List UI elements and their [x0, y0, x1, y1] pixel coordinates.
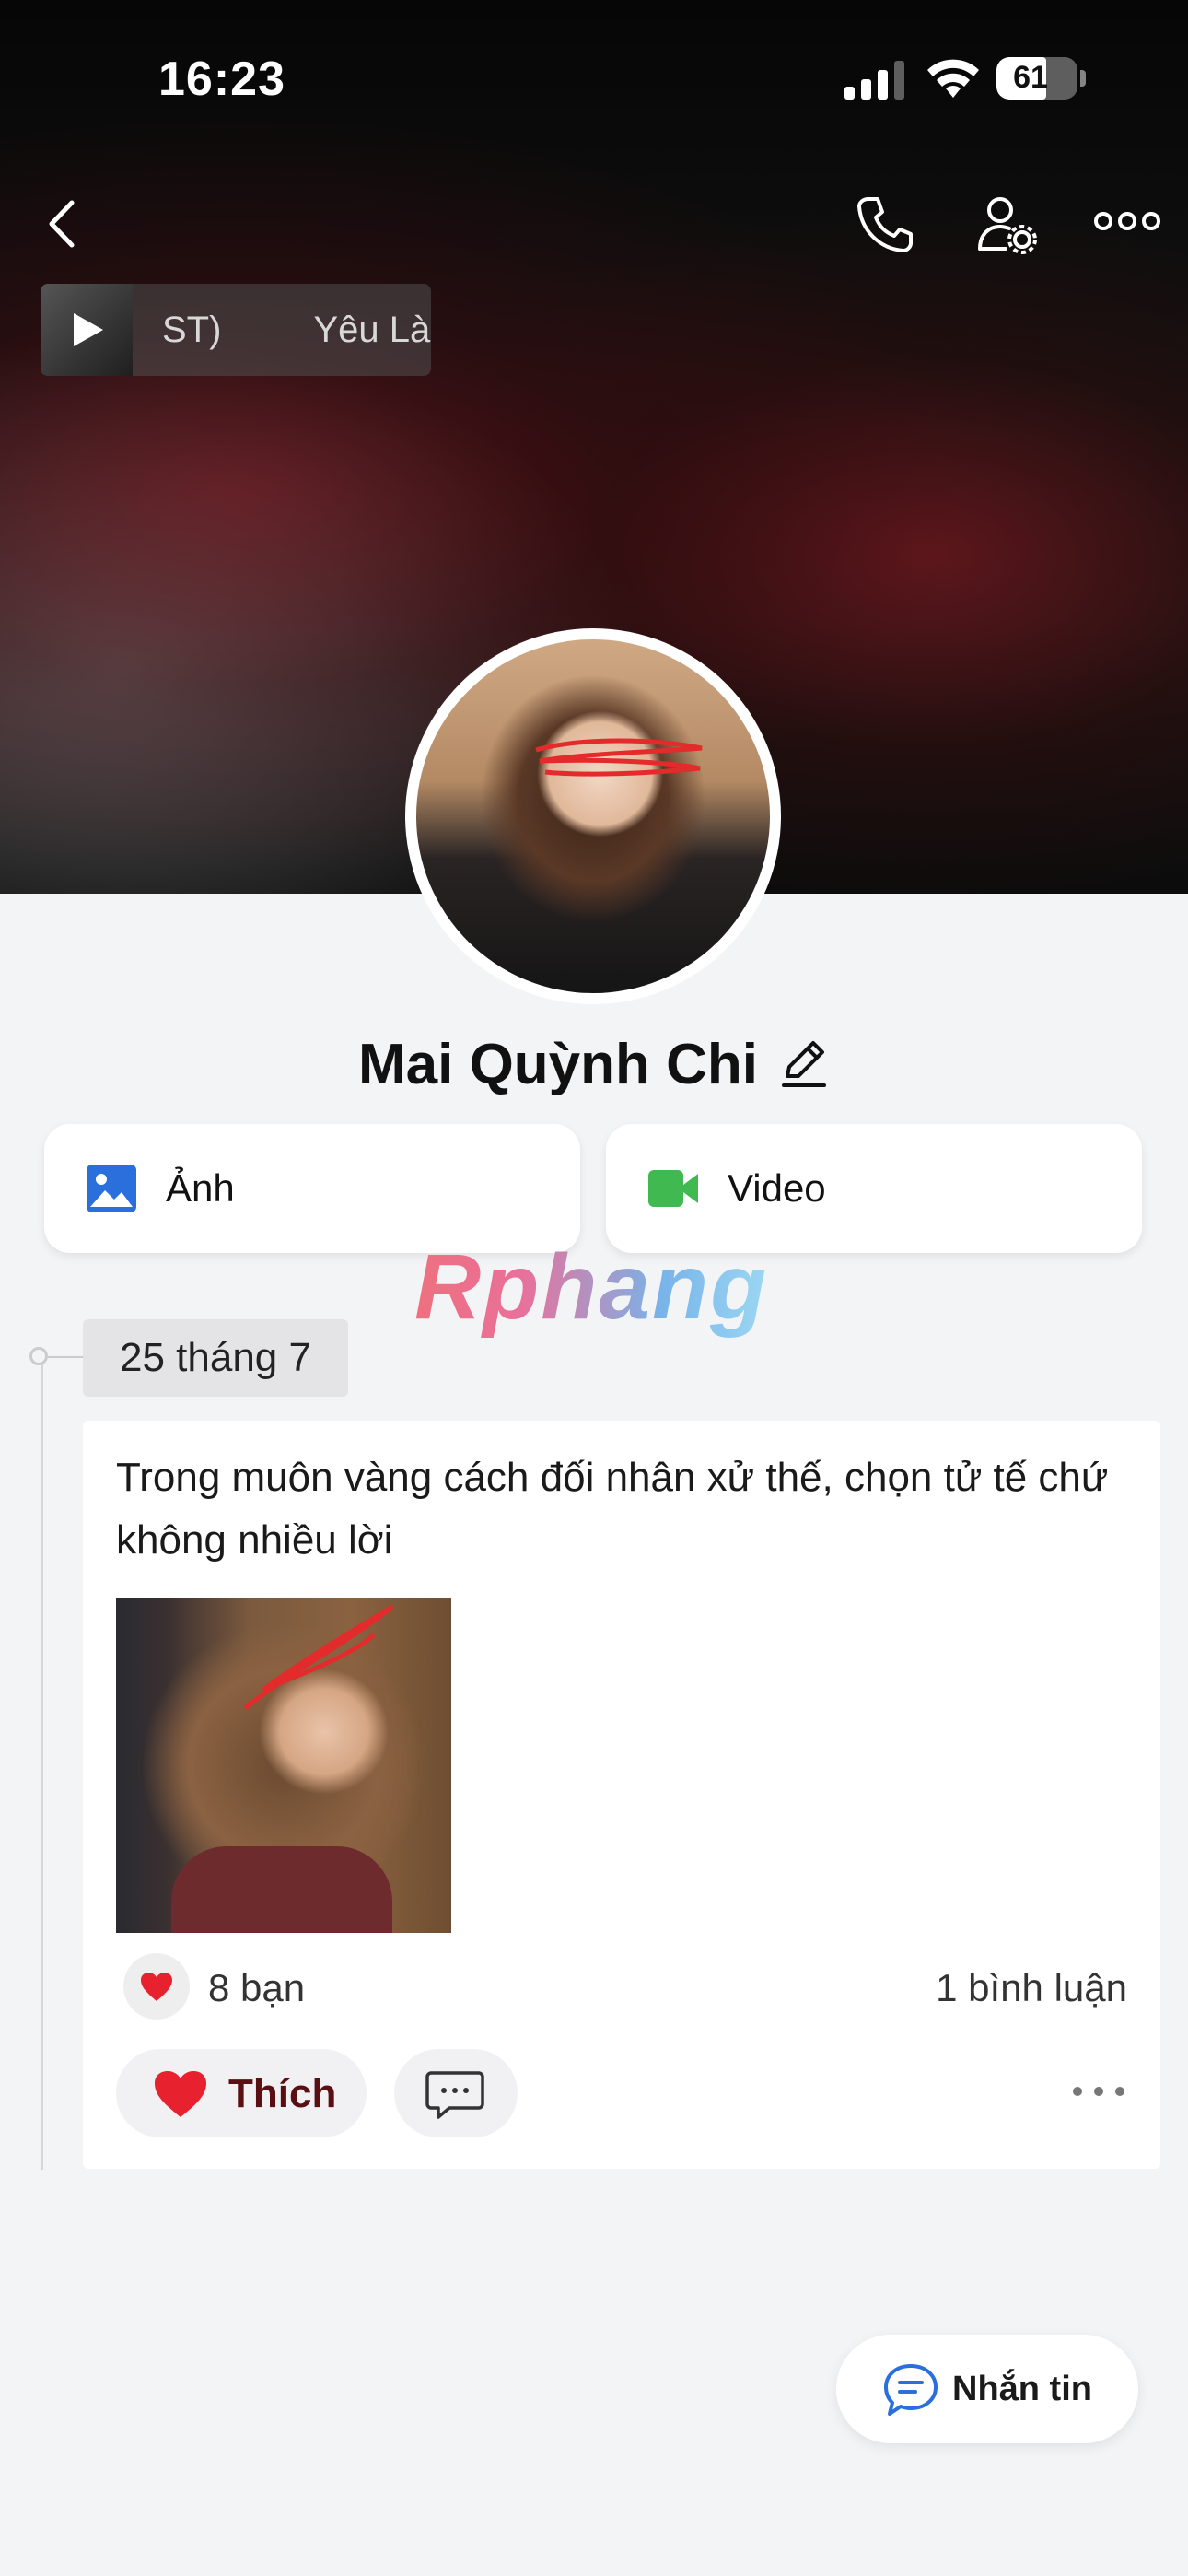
like-label: Thích	[228, 2071, 337, 2116]
likes-count[interactable]: 8 bạn	[208, 1966, 305, 2010]
message-button[interactable]: Nhắn tin	[836, 2335, 1138, 2443]
timeline-line	[41, 1359, 43, 2170]
timeline-dot	[29, 1347, 48, 1365]
comments-count[interactable]: 1 bình luận	[936, 1966, 1127, 2010]
comment-icon	[425, 2071, 484, 2119]
watermark: Rphang	[414, 1235, 769, 1339]
profile-name-row: Mai Quỳnh Chi	[0, 1032, 1188, 1097]
post-reactions-row: 8 bạn 1 bình luận	[83, 1948, 1160, 2021]
avatar[interactable]	[405, 628, 781, 1004]
profile-music-bar[interactable]: ST) Yêu Là	[41, 284, 431, 376]
avatar-photo	[416, 639, 770, 993]
battery-level: 61	[1013, 60, 1048, 95]
user-settings-icon[interactable]	[974, 192, 1039, 256]
music-thumbnail	[41, 284, 133, 376]
reaction-heart-bubble[interactable]	[123, 1953, 190, 2020]
status-time: 16:23	[158, 53, 285, 106]
timeline-date: 25 tháng 7	[83, 1319, 348, 1397]
post-more-options-icon[interactable]	[1070, 2082, 1127, 2101]
edit-name-icon[interactable]	[778, 1037, 830, 1089]
post-text: Trong muôn vàng cách đối nhân xử thế, ch…	[116, 1455, 1109, 1563]
profile-name: Mai Quỳnh Chi	[358, 1033, 758, 1096]
battery-icon: 61	[996, 57, 1077, 100]
music-title-part-1: ST)	[162, 310, 222, 350]
music-title: ST) Yêu Là	[162, 310, 431, 351]
timeline-connector	[48, 1356, 85, 1358]
heart-icon	[141, 1973, 172, 2001]
message-label: Nhắn tin	[952, 2370, 1092, 2408]
photos-button[interactable]: Ảnh	[44, 1124, 580, 1253]
comment-button[interactable]	[394, 2049, 518, 2137]
videos-label: Video	[728, 1166, 826, 1210]
heart-icon	[155, 2071, 206, 2117]
post-photo[interactable]	[116, 1598, 451, 1933]
wifi-icon	[927, 59, 979, 98]
more-options-icon[interactable]	[1094, 203, 1160, 240]
video-camera-icon	[648, 1170, 698, 1207]
status-bar: 16:23 61	[0, 0, 1188, 157]
photos-label: Ảnh	[166, 1166, 235, 1210]
cellular-signal-icon	[844, 61, 904, 100]
play-icon[interactable]	[68, 311, 105, 348]
image-icon	[87, 1165, 136, 1212]
phone-icon[interactable]	[852, 192, 916, 256]
videos-button[interactable]: Video	[606, 1124, 1142, 1253]
post-photo-detail	[171, 1846, 392, 1933]
redaction-scribble	[243, 1604, 394, 1710]
like-button[interactable]: Thích	[116, 2049, 367, 2137]
back-icon[interactable]	[37, 192, 92, 256]
timeline-post[interactable]: Trong muôn vàng cách đối nhân xử thế, ch…	[83, 1421, 1160, 2169]
battery-cap	[1080, 70, 1086, 87]
redaction-scribble	[535, 738, 703, 777]
music-title-part-2: Yêu Là	[313, 310, 431, 350]
chat-bubble-icon	[884, 2364, 938, 2416]
